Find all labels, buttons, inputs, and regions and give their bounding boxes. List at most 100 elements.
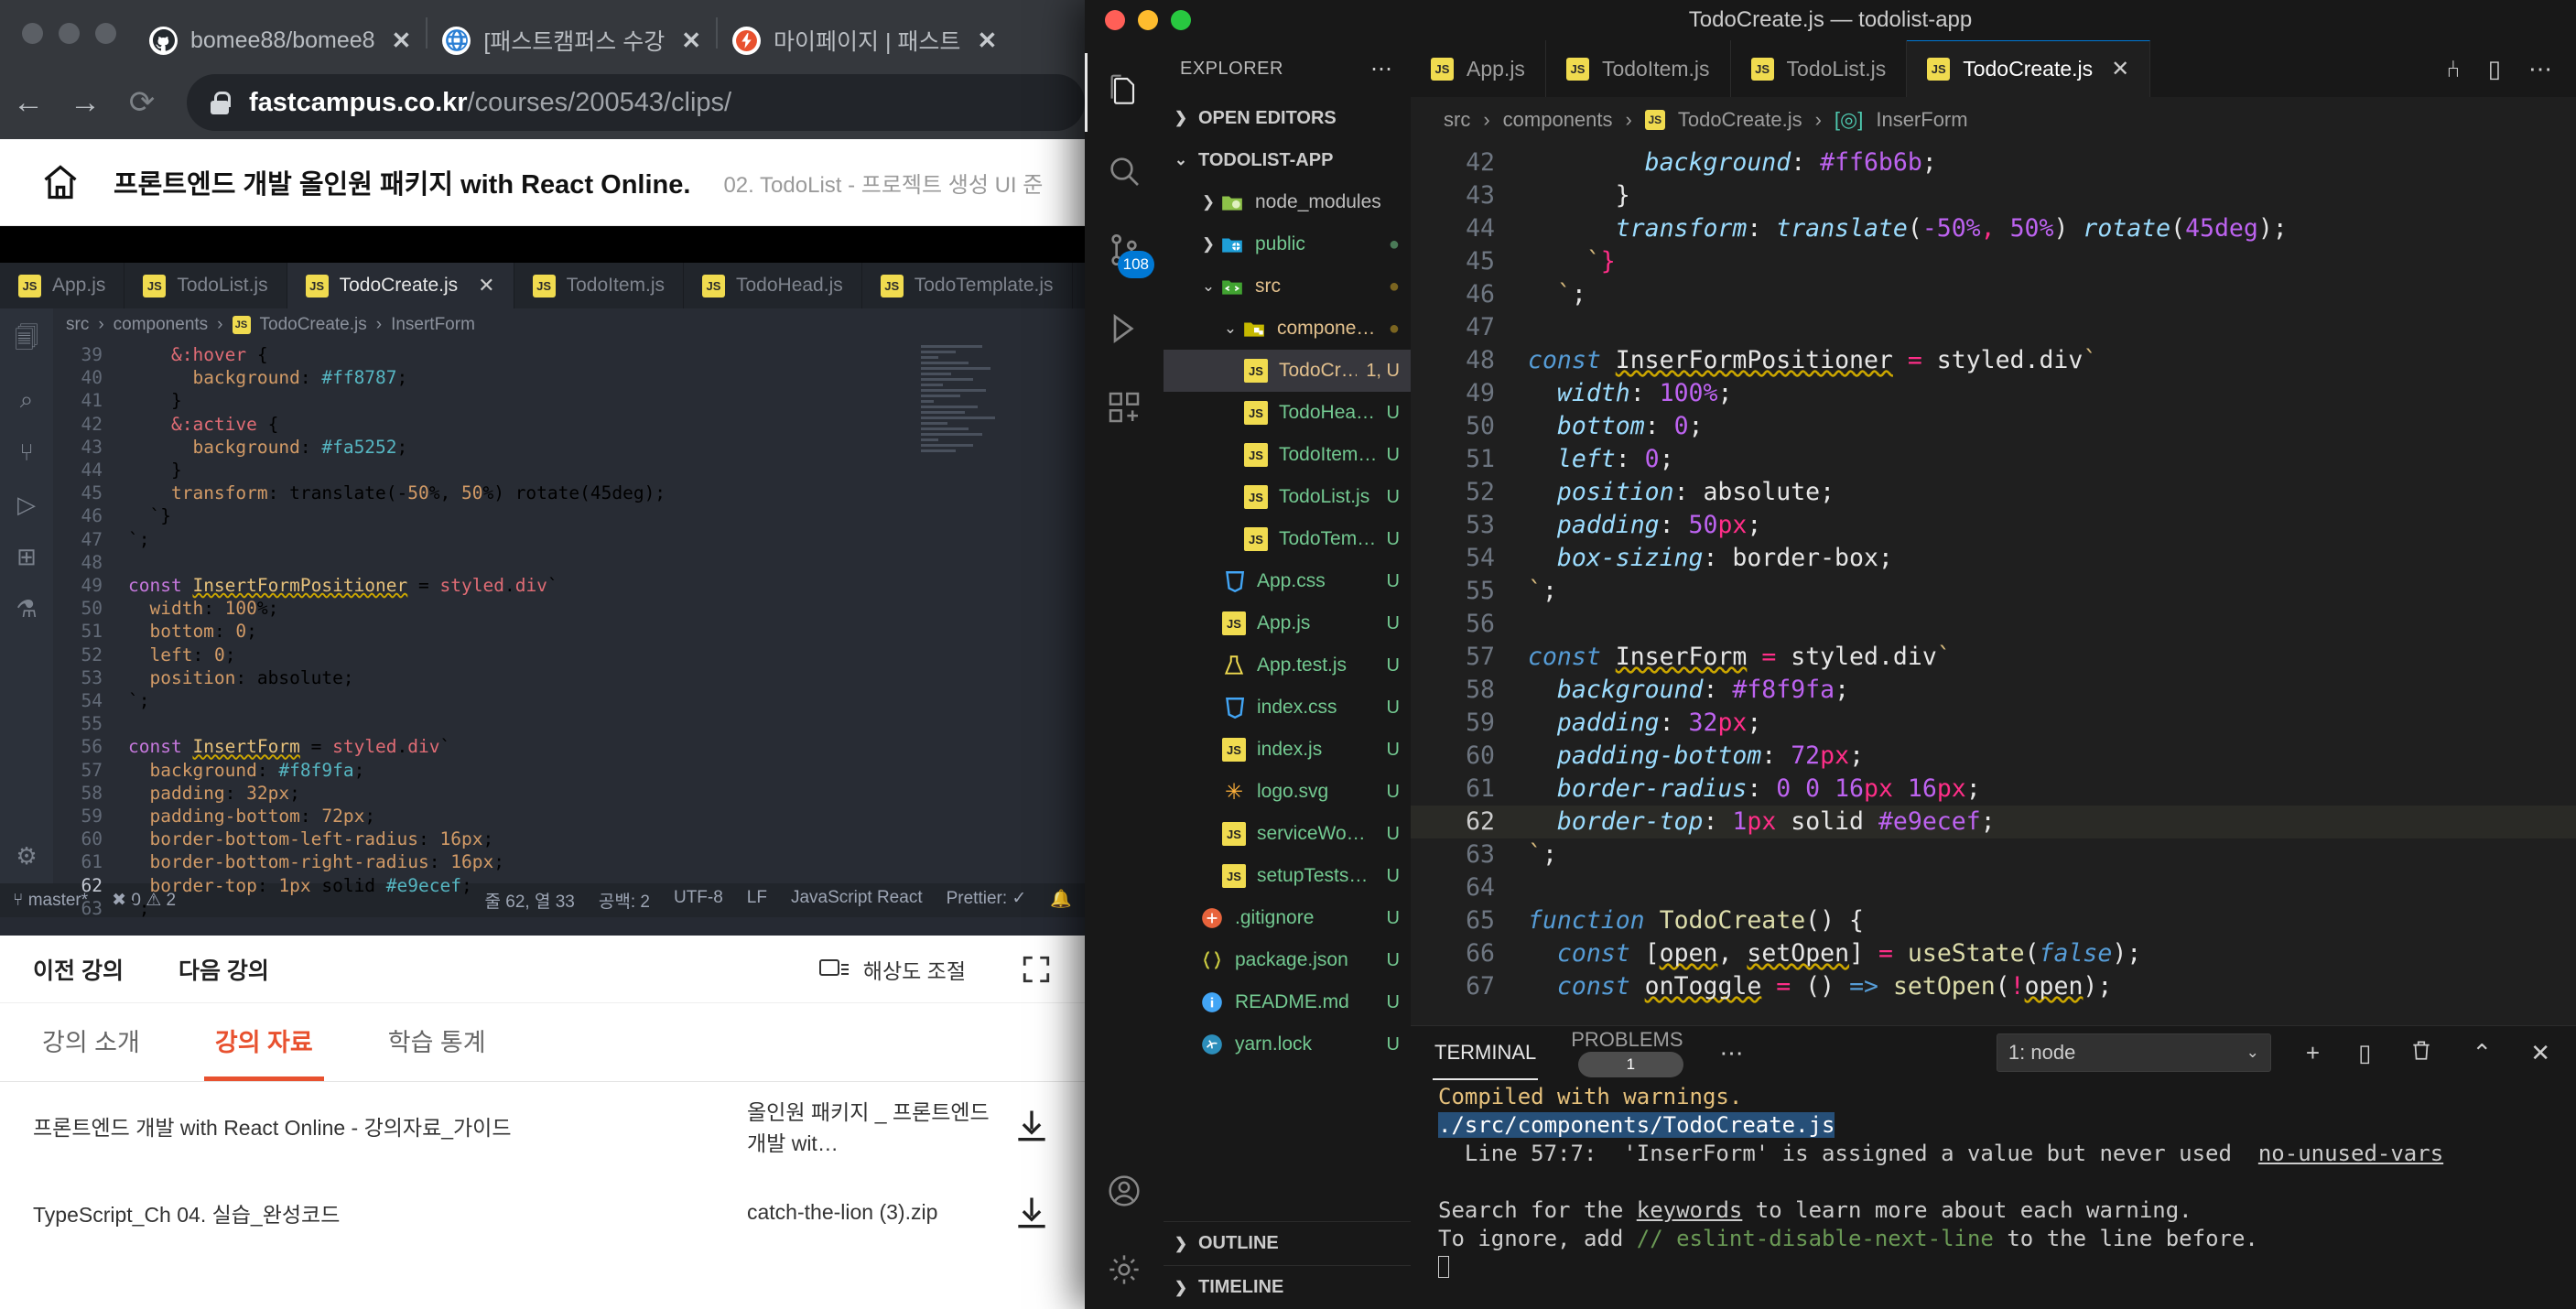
sidebar-item-explorer[interactable] bbox=[1085, 53, 1164, 132]
reload-button[interactable]: ⟳ bbox=[114, 84, 170, 121]
more-actions-icon[interactable]: ⋯ bbox=[1370, 56, 1394, 82]
editor-tab-todolist-js[interactable]: JS TodoList.js bbox=[1730, 40, 1908, 97]
tree-file-setupTests[interactable]: JS setupTests… U bbox=[1164, 855, 1411, 897]
code-line-text: bottom: 0; bbox=[1556, 412, 1704, 440]
tree-file-packagejson[interactable]: package.json U bbox=[1164, 939, 1411, 981]
terminal-line-file: ./src/components/TodoCreate.js bbox=[1438, 1112, 1835, 1138]
split-terminal-icon[interactable]: ▯ bbox=[2354, 1039, 2375, 1067]
close-icon[interactable]: ✕ bbox=[2111, 56, 2129, 82]
video-player[interactable]: JS App.js JS TodoList.js JS TodoCreate.js ✕ … bbox=[0, 226, 1085, 936]
browser-tab-0[interactable]: bomee88/bomee8 ✕ bbox=[135, 15, 426, 66]
tree-file-READMEmd[interactable]: README.md U bbox=[1164, 981, 1411, 1023]
tree-file-serviceWo[interactable]: JS serviceWo… U bbox=[1164, 813, 1411, 855]
close-tab-icon[interactable]: ✕ bbox=[977, 27, 997, 55]
tab-terminal[interactable]: TERMINAL bbox=[1433, 1041, 1539, 1080]
close-window-dot[interactable] bbox=[22, 23, 43, 44]
sidebar-item-accounts[interactable] bbox=[1085, 1152, 1164, 1230]
tree-folder-src[interactable]: ⌄ src ● bbox=[1164, 265, 1411, 308]
problems-count-badge: 1 bbox=[1578, 1052, 1683, 1077]
section-timeline[interactable]: ❯ TIMELINE bbox=[1164, 1265, 1411, 1309]
terminal-keywords-link[interactable]: keywords bbox=[1637, 1197, 1743, 1223]
tree-file-TodoTem[interactable]: JS TodoTem… U bbox=[1164, 518, 1411, 560]
screencast-tab-label: TodoHead.js bbox=[736, 275, 843, 296]
section-project[interactable]: ⌄ TODOLIST-APP bbox=[1164, 139, 1411, 181]
download-icon[interactable] bbox=[1012, 1193, 1052, 1233]
breadcrumb-components[interactable]: components bbox=[1503, 108, 1613, 132]
chevron-down-icon: ⌄ bbox=[1223, 319, 1238, 337]
address-bar[interactable]: fastcampus.co.kr/courses/200543/clips/ bbox=[187, 74, 1085, 131]
tree-item-label: App.test.js bbox=[1257, 654, 1348, 676]
resolution-button[interactable]: 해상도 조절 bbox=[818, 954, 966, 985]
close-tab-icon[interactable]: ✕ bbox=[681, 27, 701, 55]
section-open-editors[interactable]: ❯ OPEN EDITORS bbox=[1164, 97, 1411, 139]
home-icon[interactable] bbox=[40, 162, 81, 202]
tree-folder-compone[interactable]: ⌄ compone… ● bbox=[1164, 308, 1411, 350]
maximize-panel-icon[interactable]: ⌃ bbox=[2468, 1039, 2495, 1067]
fullscreen-icon[interactable] bbox=[1021, 954, 1052, 985]
sidebar-item-extensions[interactable] bbox=[1085, 368, 1164, 447]
tree-file-TodoHea[interactable]: JS TodoHea… U bbox=[1164, 392, 1411, 434]
sidebar-item-run-debug[interactable] bbox=[1085, 289, 1164, 368]
tree-file-Appjs[interactable]: JS App.js U bbox=[1164, 602, 1411, 644]
browser-tab-2[interactable]: 마이페이지 | 패스트 ✕ bbox=[718, 15, 1012, 66]
breadcrumb-symbol[interactable]: InserForm bbox=[1876, 108, 1967, 132]
screencast-code-line: 50 width: 100%; bbox=[81, 598, 279, 620]
more-actions-icon[interactable]: ⋯ bbox=[1716, 1039, 1748, 1067]
breadcrumb-file[interactable]: TodoCreate.js bbox=[1678, 108, 1802, 132]
sidebar-item-settings[interactable] bbox=[1085, 1230, 1164, 1309]
tree-file-indexjs[interactable]: JS index.js U bbox=[1164, 729, 1411, 771]
editor-tab-todoitem-js[interactable]: JS TodoItem.js bbox=[1545, 40, 1731, 97]
chevron-right-icon: ❯ bbox=[1174, 1278, 1188, 1296]
back-button[interactable]: ← bbox=[0, 85, 57, 121]
sidebar-item-source-control[interactable]: 108 bbox=[1085, 211, 1164, 289]
terminal-output[interactable]: Compiled with warnings. ./src/components… bbox=[1411, 1079, 2576, 1309]
tab-course-intro[interactable]: 강의 소개 bbox=[31, 1003, 151, 1081]
tab-problems[interactable]: PROBLEMS 1 bbox=[1569, 1028, 1684, 1077]
screencast-code-line: 48 bbox=[81, 551, 103, 573]
close-tab-icon[interactable]: ✕ bbox=[392, 27, 412, 55]
tree-file-indexcss[interactable]: index.css U bbox=[1164, 687, 1411, 729]
close-panel-icon[interactable]: ✕ bbox=[2527, 1039, 2554, 1067]
screencast-code-line: 61 border-bottom-right-radius: 16px; bbox=[81, 851, 504, 873]
new-terminal-icon[interactable]: + bbox=[2302, 1039, 2323, 1067]
section-outline[interactable]: ❯ OUTLINE bbox=[1164, 1221, 1411, 1265]
tree-file-TodoListjs[interactable]: JS TodoList.js U bbox=[1164, 476, 1411, 518]
editor-tab-todocreate-js[interactable]: JS TodoCreate.js ✕ bbox=[1907, 40, 2151, 97]
terminal-select[interactable]: 1: node ⌄ bbox=[1996, 1033, 2271, 1072]
code-editor[interactable]: 42 background: #ff6b6b; 43 } 44 transform:… bbox=[1411, 143, 2576, 1025]
tree-folder-node_modules[interactable]: ❯ node_modules bbox=[1164, 181, 1411, 223]
tree-file-yarnlock[interactable]: yarn.lock U bbox=[1164, 1023, 1411, 1066]
download-icon[interactable] bbox=[1012, 1106, 1052, 1146]
code-line-text: padding-bottom: 72px; bbox=[1556, 741, 1865, 770]
code-line: 61 border-radius: 0 0 16px 16px; bbox=[1411, 773, 2576, 806]
tree-file-Appcss[interactable]: App.css U bbox=[1164, 560, 1411, 602]
breadcrumb-src[interactable]: src bbox=[1444, 108, 1470, 132]
tree-file-TodoCr[interactable]: JS TodoCr… 1, U bbox=[1164, 350, 1411, 392]
mac-window-controls[interactable] bbox=[0, 23, 135, 66]
more-actions-icon[interactable]: ⋯ bbox=[2528, 55, 2552, 83]
split-editor-icon[interactable]: ▯ bbox=[2488, 55, 2501, 83]
split-merge-editor-icon[interactable]: ⑃ bbox=[2446, 55, 2461, 83]
tab-learning-stats[interactable]: 학습 통계 bbox=[377, 1003, 497, 1081]
screencast-code-text: `; bbox=[128, 690, 150, 712]
tree-file-gitignore[interactable]: .gitignore U bbox=[1164, 897, 1411, 939]
tree-file-TodoItem[interactable]: JS TodoItem… U bbox=[1164, 434, 1411, 476]
editor-tab-app-js[interactable]: JS App.js bbox=[1411, 40, 1546, 97]
js-icon: JS bbox=[1220, 610, 1248, 637]
code-line: 58 background: #f8f9fa; bbox=[1411, 674, 2576, 707]
sidebar-item-search[interactable] bbox=[1085, 132, 1164, 211]
next-lecture-button[interactable]: 다음 강의 bbox=[179, 953, 269, 986]
screencast-code-line: 63 `; bbox=[81, 897, 150, 919]
prev-lecture-button[interactable]: 이전 강의 bbox=[33, 953, 124, 986]
kill-terminal-icon[interactable] bbox=[2406, 1038, 2437, 1068]
forward-button[interactable]: → bbox=[57, 85, 114, 121]
maximize-window-dot[interactable] bbox=[95, 23, 116, 44]
screencast-code-text: padding: 32px; bbox=[149, 782, 300, 804]
tree-file-logosvg[interactable]: ✳ logo.svg U bbox=[1164, 771, 1411, 813]
tab-course-materials[interactable]: 강의 자료 bbox=[203, 1003, 324, 1081]
minimize-window-dot[interactable] bbox=[59, 23, 80, 44]
terminal-rule-link[interactable]: no-unused-vars bbox=[2258, 1141, 2443, 1166]
browser-tab-1[interactable]: [패스트캠퍼스 수강 ✕ bbox=[428, 15, 716, 66]
tree-folder-public[interactable]: ❯ public ● bbox=[1164, 223, 1411, 265]
tree-file-Apptestjs[interactable]: App.test.js U bbox=[1164, 644, 1411, 687]
